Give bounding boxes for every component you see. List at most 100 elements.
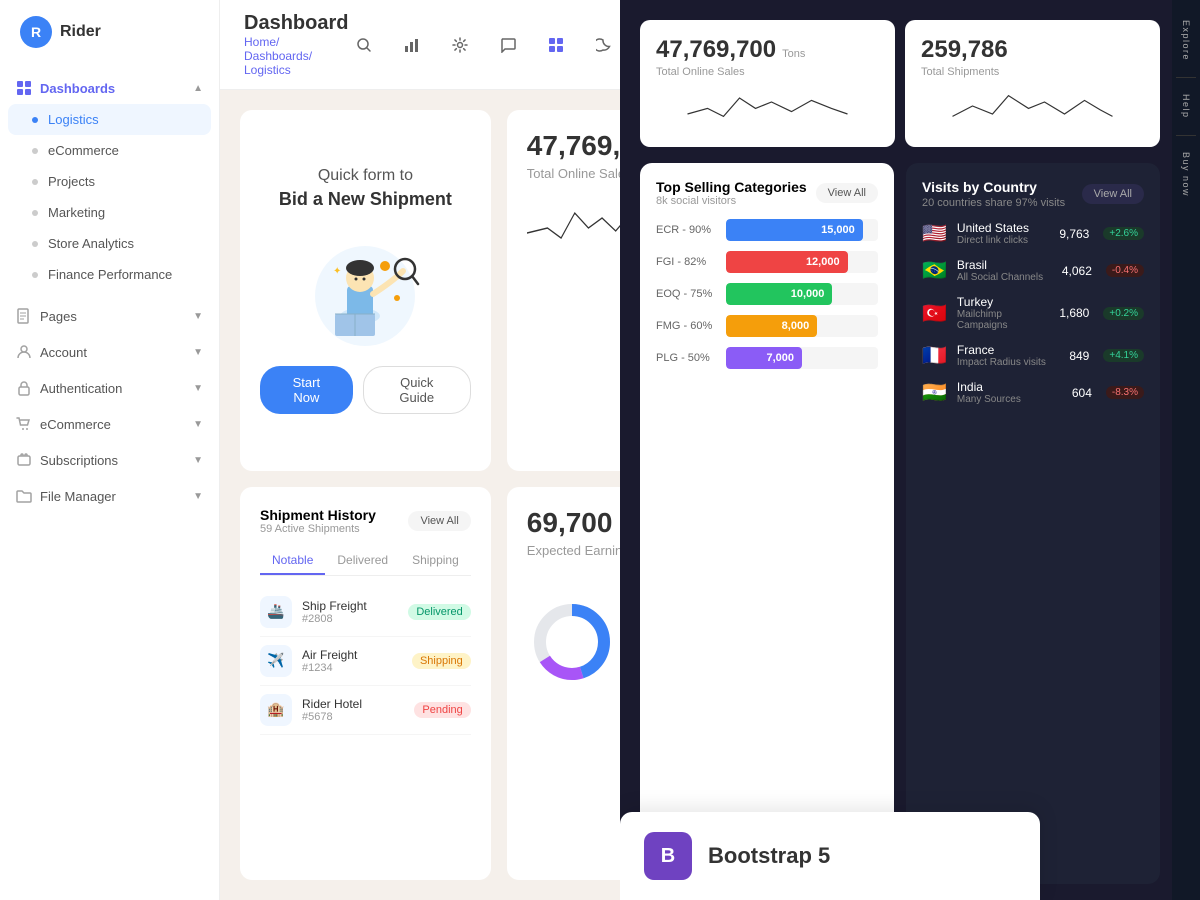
- search-button[interactable]: [348, 29, 380, 61]
- rider-hotel-icon: 🏨: [260, 694, 292, 726]
- dashboards-group[interactable]: Dashboards ▲: [0, 72, 219, 104]
- top-selling-title: Top Selling Categories: [656, 179, 807, 195]
- country-subtitle: 20 countries share 97% visits: [922, 197, 1065, 209]
- chevron-icon: ▼: [193, 455, 203, 466]
- shipment-item: 🚢 Ship Freight #2808 Delivered: [260, 588, 471, 637]
- sidebar-ecommerce-nav[interactable]: eCommerce ▼: [0, 406, 219, 442]
- bid-title: Quick form to: [318, 167, 413, 185]
- chevron-icon: ▼: [193, 491, 203, 502]
- bootstrap-text: Bootstrap 5: [708, 843, 830, 869]
- buy-now-label[interactable]: Buy now: [1177, 144, 1195, 205]
- settings-button[interactable]: [444, 29, 476, 61]
- dashboards-section: Dashboards ▲ Logistics eCommerce Project…: [0, 64, 219, 298]
- bootstrap-overlay: B Bootstrap 5: [620, 812, 1040, 900]
- grid-icon: [16, 80, 32, 96]
- pages-icon: [16, 308, 32, 324]
- sidebar-logo[interactable]: R Rider: [0, 0, 219, 64]
- lock-icon: [16, 380, 32, 396]
- analytics-button[interactable]: [396, 29, 428, 61]
- quick-guide-button[interactable]: Quick Guide: [363, 366, 471, 414]
- sidebar: R Rider Dashboards ▲ Logistics eCommerce: [0, 0, 220, 900]
- ship-info-3: Rider Hotel #5678: [302, 697, 404, 723]
- sidebar-item-marketing[interactable]: Marketing: [0, 197, 219, 228]
- page-header: Dashboard Home/ Dashboards/ Logistics: [220, 0, 620, 90]
- tab-delivered[interactable]: Delivered: [325, 547, 400, 575]
- bar-fill-plg: 7,000: [726, 347, 802, 369]
- grid-view-button[interactable]: [540, 29, 572, 61]
- dark-sales-num: 47,769,700: [656, 36, 776, 64]
- chevron-icon: ▼: [193, 383, 203, 394]
- help-label[interactable]: Help: [1177, 86, 1195, 127]
- chevron-icon: ▼: [193, 311, 203, 322]
- shipment-item-3: 🏨 Rider Hotel #5678 Pending: [260, 686, 471, 735]
- dark-sales-card: 47,769,700 Tons Total Online Sales: [640, 20, 895, 147]
- header-right: U: [348, 27, 620, 63]
- sidebar-item-ecommerce[interactable]: eCommerce: [0, 135, 219, 166]
- breadcrumb: Home/ Dashboards/ Logistics: [244, 35, 348, 77]
- sidebar-item-projects[interactable]: Projects: [0, 166, 219, 197]
- shipment-subtitle: 59 Active Shipments: [260, 523, 376, 535]
- tr-flag: 🇹🇷: [922, 301, 947, 326]
- bottom-dark-row: Top Selling Categories 8k social visitor…: [620, 147, 1200, 900]
- shipment-history-card: Shipment History 59 Active Shipments Vie…: [240, 487, 491, 881]
- top-selling-view-all[interactable]: View All: [816, 183, 878, 203]
- bar-plg: PLG - 50% 7,000: [656, 347, 878, 369]
- sidebar-pages[interactable]: Pages ▼: [0, 298, 219, 334]
- chat-icon: [500, 37, 516, 53]
- country-header: Visits by Country 20 countries share 97%…: [922, 179, 1144, 209]
- ship-info-1: Ship Freight #2808: [302, 599, 398, 625]
- chevron-icon: ▼: [193, 419, 203, 430]
- ship-status-3: Pending: [414, 702, 470, 718]
- donut-chart: [527, 597, 617, 687]
- tab-shipping[interactable]: Shipping: [400, 547, 471, 575]
- dark-mode-button[interactable]: [588, 29, 620, 61]
- chat-button[interactable]: [492, 29, 524, 61]
- ship-info-2: Air Freight #1234: [302, 648, 402, 674]
- dark-sales-spark: [656, 86, 879, 126]
- sidebar-item-store-analytics[interactable]: Store Analytics: [0, 228, 219, 259]
- bar-chart: ECR - 90% 15,000 FGI - 82% 12,000 EOQ - …: [656, 219, 878, 369]
- page-title: Dashboard: [244, 12, 348, 35]
- dot-icon: [32, 241, 38, 247]
- sidebar-item-logistics[interactable]: Logistics: [8, 104, 211, 135]
- tab-notable[interactable]: Notable: [260, 547, 325, 575]
- total-sales-card: 47,769,700 Tons Total Online Sales: [507, 110, 620, 471]
- app-name: Rider: [60, 23, 101, 41]
- sidebar-authentication[interactable]: Authentication ▼: [0, 370, 219, 406]
- subscription-icon: [16, 452, 32, 468]
- dot-icon: [32, 148, 38, 154]
- bar-ecr: ECR - 90% 15,000: [656, 219, 878, 241]
- sidebar-account[interactable]: Account ▼: [0, 334, 219, 370]
- shipment-title: Shipment History: [260, 507, 376, 523]
- dark-stats-row: 47,769,700 Tons Total Online Sales 259,7…: [620, 0, 1200, 147]
- country-us: 🇺🇸 United States Direct link clicks 9,76…: [922, 221, 1144, 246]
- settings-icon: [452, 37, 468, 53]
- top-selling-subtitle: 8k social visitors: [656, 195, 807, 207]
- dark-ship-spark: [921, 86, 1144, 126]
- sidebar-subscriptions[interactable]: Subscriptions ▼: [0, 442, 219, 478]
- svg-text:✦: ✦: [333, 266, 341, 277]
- explore-label[interactable]: Explore: [1177, 12, 1195, 69]
- shipment-item-2: ✈️ Air Freight #1234 Shipping: [260, 637, 471, 686]
- ship-freight-icon: 🚢: [260, 596, 292, 628]
- start-now-button[interactable]: Start Now: [260, 366, 353, 414]
- sidebar-item-finance[interactable]: Finance Performance: [0, 259, 219, 290]
- country-fr: 🇫🇷 France Impact Radius visits 849 +4.1%: [922, 343, 1144, 368]
- main-content: Dashboard Home/ Dashboards/ Logistics: [220, 0, 620, 900]
- country-list: 🇺🇸 United States Direct link clicks 9,76…: [922, 221, 1144, 405]
- ship-id-3: #5678: [302, 711, 404, 723]
- top-selling-header: Top Selling Categories 8k social visitor…: [656, 179, 878, 207]
- us-flag: 🇺🇸: [922, 221, 947, 246]
- ship-status-2: Shipping: [412, 653, 471, 669]
- dot-icon: [32, 210, 38, 216]
- shipment-view-all[interactable]: View All: [408, 511, 470, 531]
- shipment-tabs: Notable Delivered Shipping: [260, 547, 471, 576]
- sidebar-file-manager[interactable]: File Manager ▼: [0, 478, 219, 514]
- country-in: 🇮🇳 India Many Sources 604 -8.3%: [922, 380, 1144, 405]
- chevron-icon: ▼: [193, 347, 203, 358]
- folder-icon: [16, 488, 32, 504]
- country-view-all[interactable]: View All: [1082, 184, 1144, 204]
- earnings-label: Expected Earnings This Month: [527, 543, 620, 558]
- right-dark-panel: Explore Help Buy now 47,769,700 Tons Tot…: [620, 0, 1200, 900]
- ship-id-1: #2808: [302, 613, 398, 625]
